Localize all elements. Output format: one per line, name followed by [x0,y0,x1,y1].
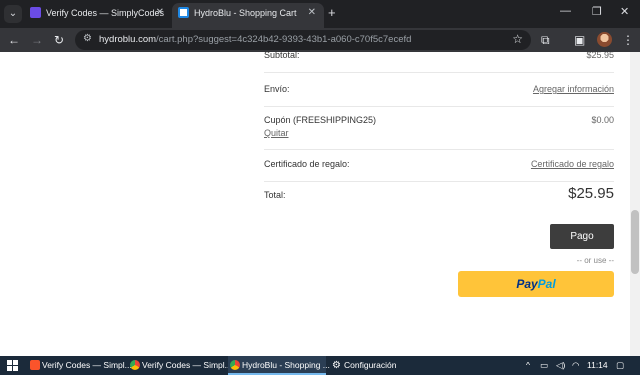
taskbar-item-chrome-2[interactable]: HydroBlu - Shopping ... [228,356,330,375]
coupon-row: Cupón (FREESHIPPING25) Quitar $0.00 [264,107,614,150]
taskbar-item-brave[interactable]: Verify Codes — Simpl... [28,356,132,375]
coupon-value: $0.00 [591,115,614,125]
tab-title: HydroBlu - Shopping Cart [194,8,297,18]
minimize-icon[interactable]: — [560,5,571,17]
restore-icon[interactable]: ❐ [592,5,602,18]
subtotal-label: Subtotal: [264,52,300,60]
paypal-button[interactable]: PayPal [458,271,614,297]
close-tab-icon[interactable]: ✕ [156,3,164,23]
page-content: Subtotal: $25.95 Envío: Agregar informac… [0,52,640,356]
tab-search-button[interactable]: ⌄ [4,5,22,23]
add-shipping-info-link[interactable]: Agregar información [533,84,614,94]
gift-certificate-row: Certificado de regalo: Certificado de re… [264,150,614,182]
browser-tab-strip: ⌄ Verify Codes — SimplyCodes ✕ HydroBlu … [0,0,640,28]
notifications-icon[interactable]: ▢ [616,356,624,375]
tab-verify-codes[interactable]: Verify Codes — SimplyCodes ✕ [24,3,172,28]
menu-icon[interactable]: ⋮ [622,32,634,48]
windows-start-icon[interactable] [7,360,18,371]
gift-certificate-label: Certificado de regalo: [264,159,350,169]
profile-avatar[interactable] [597,32,612,47]
subtotal-row: Subtotal: $25.95 [264,52,614,73]
shipping-row: Envío: Agregar información [264,73,614,107]
address-bar[interactable]: ⚙ hydroblu.com/cart.php?suggest=4c324b42… [75,30,531,50]
paypal-logo-pay: Pay [516,277,538,291]
shipping-label: Envío: [264,84,290,94]
show-hidden-icons-icon[interactable]: ^ [526,356,530,375]
or-use-divider: -- or use -- [576,256,614,265]
taskbar-item-settings[interactable]: ⚙ Configuración [330,356,410,375]
taskbar-item-label: HydroBlu - Shopping ... [242,360,330,370]
network-icon[interactable]: ▭ [540,356,548,375]
paypal-logo-pal: Pal [537,277,556,291]
taskbar-item-label: Configuración [344,360,397,370]
forward-icon[interactable]: → [31,32,43,48]
coupon-label: Cupón (FREESHIPPING25) [264,115,377,125]
taskbar-item-label: Verify Codes — Simpl... [142,360,232,370]
chrome-icon [130,360,140,370]
brave-icon [30,360,40,370]
taskbar: Verify Codes — Simpl... Verify Codes — S… [0,356,640,375]
side-panel-icon[interactable]: ▣ [574,32,585,48]
tab-title: Verify Codes — SimplyCodes [46,8,165,18]
scrollbar[interactable] [630,52,640,356]
taskbar-item-chrome-1[interactable]: Verify Codes — Simpl... [128,356,232,375]
hydroblu-icon [178,7,189,18]
total-label: Total: [264,190,286,200]
simplycodes-icon [30,7,41,18]
speaker-icon[interactable]: ◁) [556,356,565,375]
taskbar-item-label: Verify Codes — Simpl... [42,360,132,370]
clock-time[interactable]: 11:14 [587,356,608,375]
tab-hydroblu-cart[interactable]: HydroBlu - Shopping Cart ✕ [172,3,324,28]
close-tab-icon[interactable]: ✕ [308,3,316,23]
extensions-icon[interactable]: ⧉ [541,32,550,48]
new-tab-icon[interactable]: + [328,5,336,21]
browser-toolbar: ← → ↻ ⚙ hydroblu.com/cart.php?suggest=4c… [0,28,640,52]
back-icon[interactable]: ← [8,32,20,48]
checkout-button[interactable]: Pago [550,224,614,249]
subtotal-value: $25.95 [586,52,614,60]
site-info-icon[interactable]: ⚙ [83,33,92,44]
gear-icon: ⚙ [332,360,341,371]
url-text[interactable]: hydroblu.com/cart.php?suggest=4c324b42-9… [99,34,411,45]
remove-coupon-link[interactable]: Quitar [264,128,289,138]
bookmark-star-icon[interactable]: ☆ [512,32,523,46]
total-value: $25.95 [568,185,614,202]
chrome-icon [230,360,240,370]
scrollbar-thumb[interactable] [631,210,639,274]
close-window-icon[interactable]: ✕ [620,5,629,18]
total-row: Total: $25.95 [264,182,614,210]
wifi-icon[interactable]: ◠ [572,356,579,375]
gift-certificate-link[interactable]: Certificado de regalo [531,159,614,169]
reload-icon[interactable]: ↻ [54,32,64,48]
